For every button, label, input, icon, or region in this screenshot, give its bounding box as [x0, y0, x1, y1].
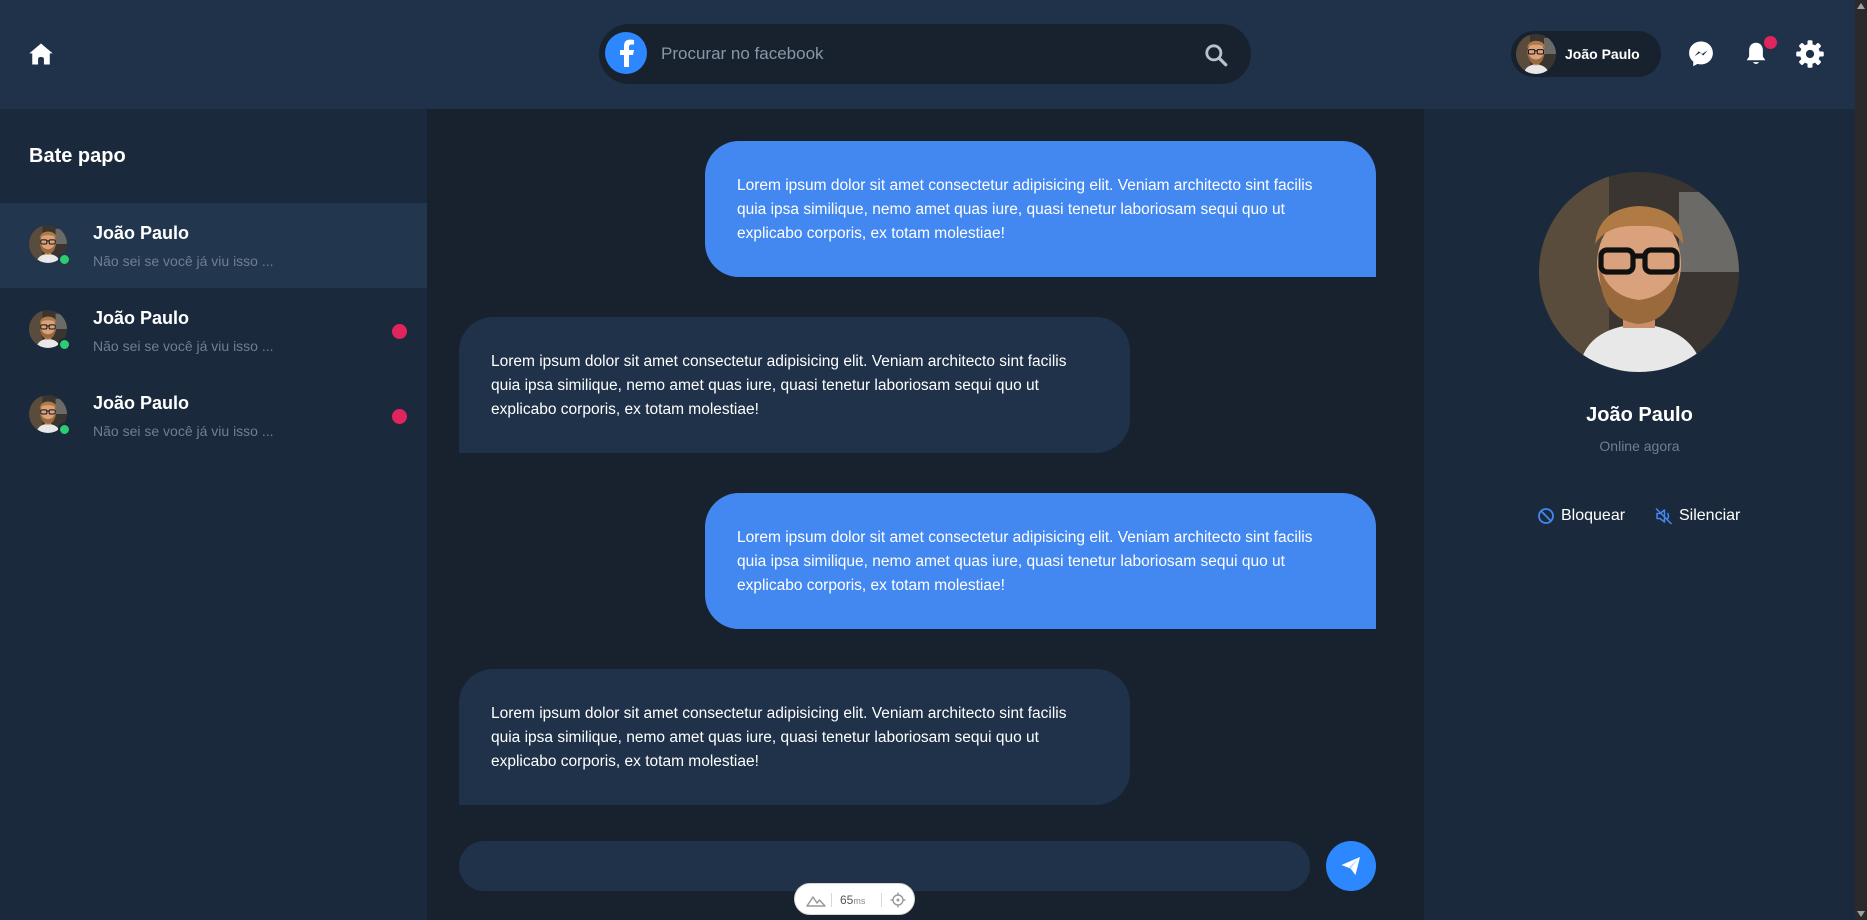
- chat-name: João Paulo: [93, 308, 190, 328]
- chat-name: João Paulo: [93, 223, 190, 243]
- incoming-message: Lorem ipsum dolor sit amet consectetur a…: [459, 669, 1130, 805]
- block-button[interactable]: Bloquear: [1537, 507, 1625, 525]
- profile-name: João Paulo: [1586, 404, 1693, 426]
- chat-sidebar: Bate papo João Paulo Não sei se você já …: [0, 109, 427, 920]
- chat-list-item[interactable]: João Paulo Não sei se você já viu isso .…: [0, 373, 427, 458]
- profile-chip-name: João Paulo: [1565, 46, 1640, 62]
- mute-label: Silenciar: [1679, 507, 1741, 524]
- chat-preview: Não sei se você já viu isso ...: [93, 423, 274, 439]
- avatar: [1516, 34, 1556, 74]
- top-navbar: João Paulo: [0, 0, 1855, 109]
- latency-value: 65ms: [840, 893, 865, 907]
- mute-button[interactable]: Silenciar: [1655, 507, 1740, 525]
- search-icon[interactable]: [1203, 42, 1229, 68]
- online-indicator: [58, 253, 71, 266]
- notification-badge: [1764, 36, 1777, 49]
- online-indicator: [58, 423, 71, 436]
- chat-list-item[interactable]: João Paulo Não sei se você já viu isso .…: [0, 203, 427, 288]
- divider: [831, 893, 832, 907]
- contact-info-panel: João Paulo Online agora Bloquear Silenci…: [1424, 109, 1855, 920]
- latency-number: 65: [840, 893, 854, 907]
- profile-status: Online agora: [1599, 438, 1680, 454]
- chat-list-item[interactable]: João Paulo Não sei se você já viu isso .…: [0, 288, 427, 373]
- facebook-logo-icon[interactable]: [605, 32, 647, 74]
- block-label: Bloquear: [1561, 507, 1626, 524]
- chat-preview: Não sei se você já viu isso ...: [93, 338, 274, 354]
- scrollbar[interactable]: [1855, 0, 1867, 920]
- scroll-down-arrow-icon[interactable]: [1857, 911, 1865, 917]
- chat-name: João Paulo: [93, 393, 190, 413]
- unread-badge: [392, 324, 407, 339]
- search-bar: [599, 24, 1251, 84]
- chat-window: Lorem ipsum dolor sit amet consectetur a…: [427, 109, 1424, 920]
- chat-preview: Não sei se você já viu isso ...: [93, 253, 274, 269]
- messenger-icon[interactable]: [1686, 39, 1716, 69]
- scroll-up-arrow-icon[interactable]: [1857, 3, 1865, 9]
- send-button[interactable]: [1326, 841, 1376, 891]
- performance-widget[interactable]: 65ms: [794, 883, 915, 915]
- latency-unit: ms: [853, 896, 866, 906]
- profile-chip[interactable]: João Paulo: [1511, 31, 1661, 77]
- gear-icon[interactable]: [1795, 39, 1825, 69]
- block-icon: [1538, 508, 1554, 524]
- target-icon[interactable]: [890, 892, 906, 908]
- outgoing-message: Lorem ipsum dolor sit amet consectetur a…: [705, 141, 1376, 277]
- search-input[interactable]: [661, 24, 1181, 84]
- profile-avatar: [1539, 172, 1739, 372]
- sidebar-title: Bate papo: [29, 145, 126, 167]
- home-icon[interactable]: [27, 40, 55, 68]
- unread-badge: [392, 409, 407, 424]
- mute-icon: [1655, 507, 1673, 525]
- send-icon: [1341, 857, 1360, 875]
- online-indicator: [58, 338, 71, 351]
- mountain-icon: [806, 896, 826, 907]
- incoming-message: Lorem ipsum dolor sit amet consectetur a…: [459, 317, 1130, 453]
- divider: [881, 893, 882, 907]
- outgoing-message: Lorem ipsum dolor sit amet consectetur a…: [705, 493, 1376, 629]
